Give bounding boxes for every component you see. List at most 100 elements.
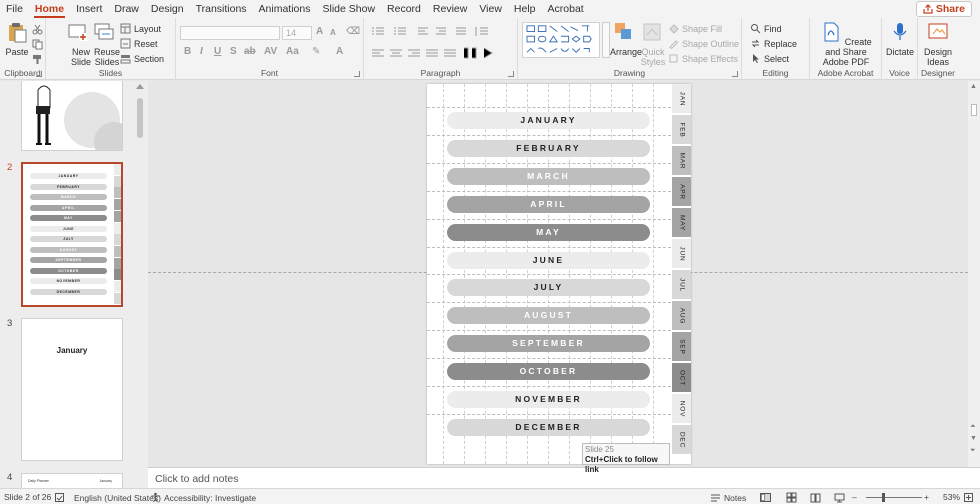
layout-button[interactable]: Layout <box>120 22 161 35</box>
drawing-launcher-icon[interactable] <box>732 71 738 77</box>
clear-format-icon[interactable]: ⌫ <box>346 26 360 37</box>
side-tab-jan[interactable]: JAN <box>672 84 691 113</box>
design-ideas-button[interactable]: Design Ideas <box>922 21 954 67</box>
month-link-may[interactable]: MAY <box>447 223 650 241</box>
change-case-icon[interactable]: Aa <box>286 46 299 57</box>
shape-effects-button[interactable]: Shape Effects <box>668 52 738 65</box>
side-tab-may[interactable]: MAY <box>672 208 691 237</box>
paste-button[interactable]: Paste <box>5 21 29 57</box>
paragraph-launcher-icon[interactable] <box>508 71 514 77</box>
thumbnail-slide-1[interactable] <box>21 81 123 151</box>
paragraph-tools-icon[interactable] <box>370 26 510 62</box>
reset-button[interactable]: Reset <box>120 37 158 50</box>
tab-record[interactable]: Record <box>381 0 427 18</box>
tab-review[interactable]: Review <box>427 0 473 18</box>
tab-transitions[interactable]: Transitions <box>190 0 253 18</box>
shape-fill-button[interactable]: Shape Fill <box>668 22 722 35</box>
underline-icon[interactable]: U <box>214 46 221 57</box>
canvas-scroll-thumb[interactable] <box>971 104 977 116</box>
strikethrough-icon[interactable]: ab <box>244 46 256 57</box>
month-link-december[interactable]: DECEMBER <box>447 418 650 436</box>
slide-editing-canvas[interactable]: JANUARY FEBRUARY MARCH APRIL MAY JUNE JULY AUGU… <box>148 81 968 467</box>
cut-button[interactable] <box>32 23 43 36</box>
side-tab-nov[interactable]: NOV <box>672 394 691 423</box>
tab-draw[interactable]: Draw <box>108 0 145 18</box>
highlight-icon[interactable]: ✎ <box>312 46 320 57</box>
scroll-up-icon[interactable]: ▲ <box>970 83 977 90</box>
tab-file[interactable]: File <box>0 0 29 18</box>
italic-icon[interactable]: I <box>200 46 203 57</box>
font-color-icon[interactable]: A <box>336 46 343 57</box>
decrease-font-icon[interactable]: A <box>330 28 336 37</box>
month-link-august[interactable]: AUGUST <box>447 307 650 325</box>
section-button[interactable]: Section <box>120 52 164 65</box>
tab-acrobat[interactable]: Acrobat <box>542 0 590 18</box>
side-tab-mar[interactable]: MAR <box>672 146 691 175</box>
next-slide-icon[interactable]: ⏷ <box>970 447 976 455</box>
side-tab-jun[interactable]: JUN <box>672 239 691 268</box>
new-slide-button[interactable]: New Slide <box>66 21 91 67</box>
arrange-button[interactable]: Arrange <box>610 21 642 57</box>
tab-design[interactable]: Design <box>145 0 190 18</box>
shape-outline-button[interactable]: Shape Outline <box>668 37 739 50</box>
select-button[interactable]: Select <box>750 52 789 65</box>
font-name-field[interactable] <box>180 26 280 40</box>
reuse-slides-button[interactable]: Reuse Slides <box>92 21 120 67</box>
side-tab-apr[interactable]: APR <box>672 177 691 206</box>
thumbnail-slide-2[interactable]: JANUARY FEBRUARY MARCH APRIL MAY JUNE JULY AUGU… <box>21 162 123 307</box>
clipboard-launcher-icon[interactable] <box>36 71 42 77</box>
tab-insert[interactable]: Insert <box>70 0 108 18</box>
shapes-gallery[interactable] <box>522 22 600 58</box>
month-link-january[interactable]: JANUARY <box>447 112 650 129</box>
dictate-button[interactable]: Dictate <box>886 21 914 57</box>
format-painter-button[interactable] <box>32 53 43 66</box>
bold-icon[interactable]: B <box>184 46 191 57</box>
thumbnail-scrollbar[interactable] <box>135 81 145 488</box>
slide-sorter-button[interactable] <box>786 492 797 503</box>
canvas-vertical-scrollbar[interactable]: ▲ ⏶ ▼ ⏷ <box>968 81 980 467</box>
zoom-slider-thumb[interactable] <box>882 493 885 502</box>
normal-view-button[interactable] <box>760 492 771 503</box>
font-launcher-icon[interactable] <box>354 71 360 77</box>
tab-animations[interactable]: Animations <box>253 0 317 18</box>
find-button[interactable]: Find <box>750 22 782 35</box>
notes-toggle-button[interactable]: Notes <box>710 492 746 503</box>
fit-to-window-button[interactable] <box>963 492 974 503</box>
month-link-october[interactable]: OCTOBER <box>447 363 650 381</box>
thumbnail-slide-3[interactable]: January <box>21 318 123 461</box>
side-tab-feb[interactable]: FEB <box>672 115 691 144</box>
language-status[interactable]: English (United States) <box>54 492 161 503</box>
month-link-june[interactable]: JUNE <box>447 251 650 269</box>
scroll-up-arrow-icon[interactable] <box>136 84 144 89</box>
zoom-out-button[interactable]: – <box>852 492 857 502</box>
accessibility-status[interactable]: Accessibility: Investigate <box>150 492 256 503</box>
tab-view[interactable]: View <box>473 0 508 18</box>
thumbnail-slide-4[interactable]: Daily Planner January <box>21 473 123 488</box>
tab-help[interactable]: Help <box>508 0 542 18</box>
month-link-november[interactable]: NOVEMBER <box>447 391 650 408</box>
shapes-more-button[interactable] <box>602 22 610 58</box>
side-tab-jul[interactable]: JUL <box>672 270 691 299</box>
notes-pane[interactable]: Click to add notes <box>148 467 980 488</box>
quick-styles-button[interactable]: Quick Styles <box>640 21 665 67</box>
current-slide[interactable]: JANUARY FEBRUARY MARCH APRIL MAY JUNE JULY AUGU… <box>427 84 691 464</box>
tab-slide-show[interactable]: Slide Show <box>317 0 382 18</box>
zoom-level[interactable]: 53% <box>943 492 960 502</box>
month-link-july[interactable]: JULY <box>447 279 650 297</box>
month-link-september[interactable]: SEPTEMBER <box>447 335 650 353</box>
font-size-field[interactable]: 14 <box>282 26 312 40</box>
side-tab-dec[interactable]: DEC <box>672 425 691 454</box>
side-tab-sep[interactable]: SEP <box>672 332 691 361</box>
share-button[interactable]: Share <box>915 1 972 17</box>
replace-button[interactable]: Replace <box>750 37 797 50</box>
copy-button[interactable] <box>32 38 43 51</box>
tab-home[interactable]: Home <box>29 0 70 18</box>
char-spacing-icon[interactable]: AV <box>264 46 277 57</box>
create-share-pdf-button[interactable]: Create and Share Adobe PDF <box>814 21 878 67</box>
scroll-down-icon[interactable]: ▼ <box>970 435 977 442</box>
zoom-slider-track[interactable] <box>866 497 922 498</box>
month-link-april[interactable]: APRIL <box>447 195 650 213</box>
zoom-in-button[interactable]: + <box>924 492 929 502</box>
prev-slide-icon[interactable]: ⏶ <box>970 423 976 431</box>
reading-view-button[interactable] <box>810 492 821 503</box>
